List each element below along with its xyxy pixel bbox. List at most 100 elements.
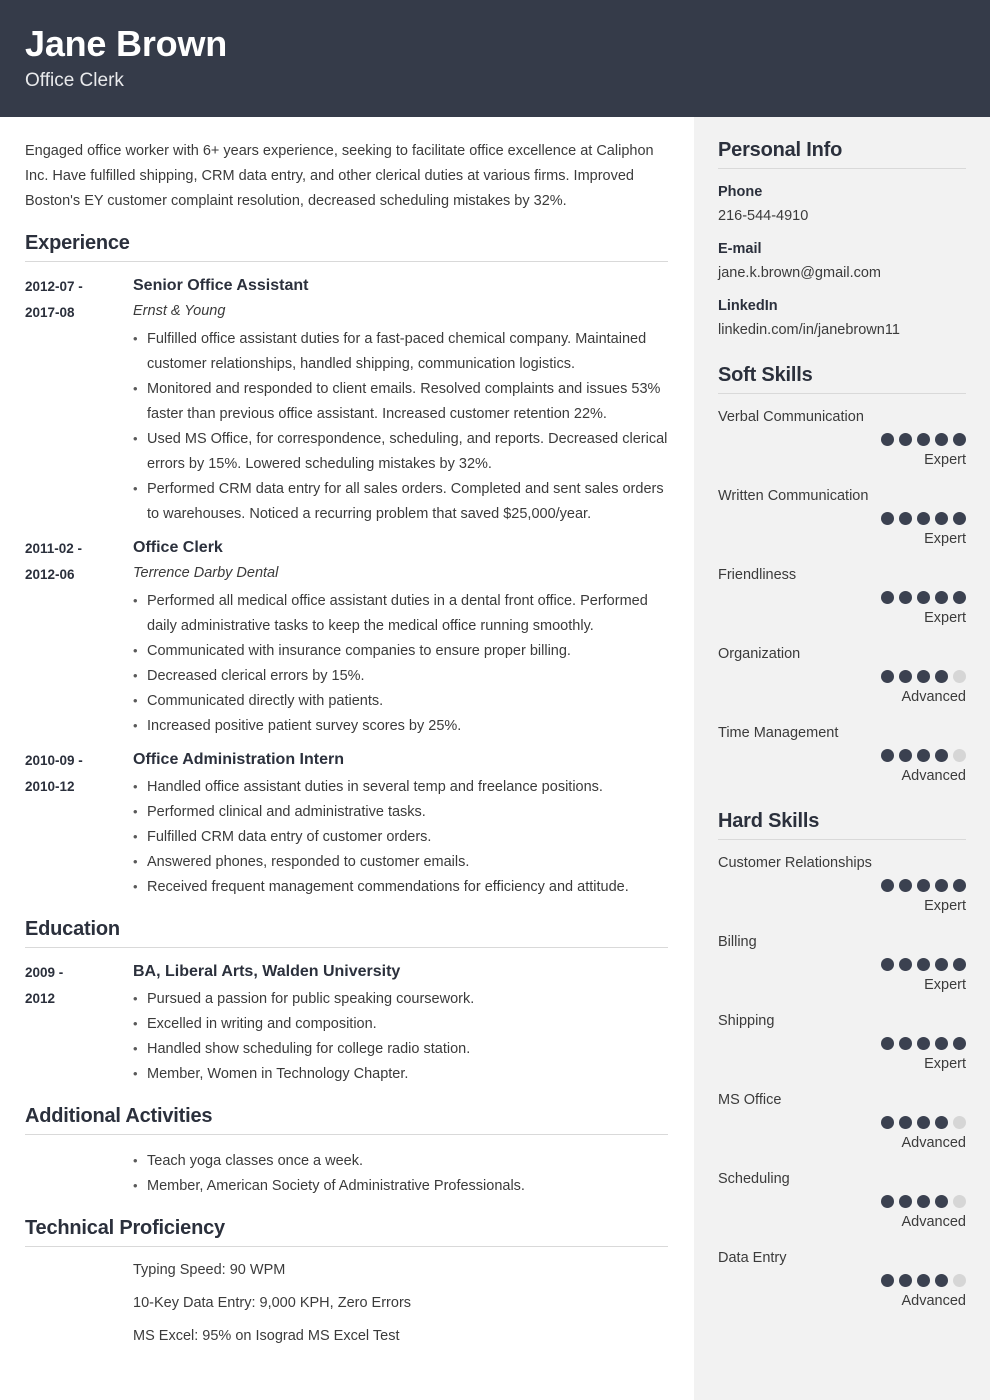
entry-organization: Terrence Darby Dental (133, 565, 279, 581)
sidebar-heading-hard-skills: Hard Skills (718, 810, 820, 832)
skill-level-label: Advanced (901, 1293, 967, 1309)
entry-role: BA, Liberal Arts, Walden University (133, 963, 401, 980)
resume-entry: 2012-07 -2017-08 Senior Office Assistant E… (25, 273, 668, 527)
resume-body: Engaged office worker with 6+ years expe… (0, 117, 990, 1400)
skill-level-label: Advanced (901, 689, 967, 705)
rating-dot-filled (881, 879, 894, 892)
rating-dot-filled (881, 591, 894, 604)
rating-dot-filled (917, 512, 930, 525)
skill-rating-dots (718, 879, 966, 892)
skill-rating-dots (718, 749, 966, 762)
personal-info-value: linkedin.com/in/janebrown11 (718, 322, 900, 338)
rating-dot-filled (935, 1274, 948, 1287)
skill-level-label: Expert (924, 1056, 966, 1072)
sidebar: Personal Info Phone 216-544-4910 E-mail jan… (694, 117, 990, 1400)
rating-dot-filled (899, 749, 912, 762)
bullet-item: Communicated directly with patients. (133, 688, 668, 714)
section-heading-technical-proficiency: Technical Proficiency (25, 1217, 225, 1239)
skill-name: Organization (718, 646, 801, 662)
skill-row: Verbal Communication Expert (718, 405, 966, 472)
rating-dot-filled (917, 1116, 930, 1129)
sidebar-divider (718, 839, 966, 840)
bullet-item: Increased positive patient survey scores… (133, 713, 668, 739)
rating-dot-filled (899, 433, 912, 446)
skill-level-label: Advanced (901, 768, 967, 784)
rating-dot-filled (953, 512, 966, 525)
entry-role: Senior Office Assistant (133, 277, 309, 294)
rating-dot-filled (935, 670, 948, 683)
rating-dot-empty (953, 1116, 966, 1129)
sidebar-divider (718, 168, 966, 169)
entry-role: Office Administration Intern (133, 751, 344, 768)
rating-dot-filled (881, 1116, 894, 1129)
resume-entry: 2009 -2012 BA, Liberal Arts, Walden Unive… (25, 959, 668, 1087)
bullet-item: Used MS Office, for correspondence, sche… (133, 426, 668, 477)
rating-dot-filled (881, 512, 894, 525)
bullet-item: Handled show scheduling for college radi… (133, 1036, 668, 1062)
rating-dot-filled (953, 879, 966, 892)
rating-dot-filled (899, 1116, 912, 1129)
candidate-name: Jane Brown (25, 23, 228, 64)
bullet-item: Pursued a passion for public speaking co… (133, 986, 668, 1012)
skill-row: Written Communication Expert (718, 484, 966, 551)
skill-name: Time Management (718, 725, 839, 741)
entry-dates-empty (25, 1146, 133, 1147)
entry-body: Office Clerk Terrence Darby Dental Perform… (133, 535, 668, 739)
skill-rating-dots (718, 1116, 966, 1129)
bullet-item: Fulfilled CRM data entry of customer ord… (133, 824, 668, 850)
skill-name: MS Office (718, 1092, 782, 1108)
rating-dot-filled (899, 591, 912, 604)
resume-entry: 2011-02 -2012-06 Office Clerk Terrence Dar… (25, 535, 668, 739)
rating-dot-filled (899, 1195, 912, 1208)
entry-body: Teach yoga classes once a week.Member, A… (133, 1146, 668, 1199)
personal-info-label: LinkedIn (718, 298, 778, 314)
technical-entry: Typing Speed: 90 WPM 10-Key Data Entry: 9… (25, 1258, 668, 1357)
technical-item-list: Typing Speed: 90 WPM 10-Key Data Entry: 9… (133, 1258, 668, 1349)
rating-dot-empty (953, 670, 966, 683)
rating-dot-filled (935, 749, 948, 762)
personal-info-label: E-mail (718, 241, 762, 257)
skill-rating-dots (718, 1274, 966, 1287)
rating-dot-filled (917, 879, 930, 892)
skill-name: Customer Relationships (718, 855, 872, 871)
technical-item: Typing Speed: 90 WPM (133, 1262, 286, 1278)
candidate-job-title: Office Clerk (25, 70, 124, 91)
bullet-item: Teach yoga classes once a week. (133, 1148, 668, 1174)
section-divider (25, 1134, 668, 1135)
main-column: Engaged office worker with 6+ years expe… (0, 117, 694, 1400)
rating-dot-filled (881, 670, 894, 683)
entry-bullet-list: Handled office assistant duties in sever… (133, 774, 668, 900)
skill-level-label: Advanced (901, 1135, 967, 1151)
entry-body: Office Administration Intern Handled offi… (133, 747, 668, 900)
bullet-item: Decreased clerical errors by 15%. (133, 663, 668, 689)
skill-level-label: Advanced (901, 1214, 967, 1230)
entry-body: Senior Office Assistant Ernst & Young Fulf… (133, 273, 668, 527)
skill-row: MS Office Advanced (718, 1088, 966, 1155)
skill-name: Verbal Communication (718, 409, 864, 425)
bullet-item: Performed all medical office assistant d… (133, 588, 668, 639)
rating-dot-empty (953, 1195, 966, 1208)
skill-row: Shipping Expert (718, 1009, 966, 1076)
entry-bullet-list: Fulfilled office assistant duties for a … (133, 326, 668, 527)
skill-name: Scheduling (718, 1171, 790, 1187)
rating-dot-filled (899, 958, 912, 971)
skill-level-label: Expert (924, 531, 966, 547)
entry-dates: 2010-09 -2010-12 (25, 753, 83, 794)
bullet-item: Excelled in writing and composition. (133, 1011, 668, 1037)
sidebar-heading-soft-skills: Soft Skills (718, 364, 813, 386)
skill-row: Customer Relationships Expert (718, 851, 966, 918)
skill-rating-dots (718, 1195, 966, 1208)
rating-dot-filled (953, 591, 966, 604)
section-technical-proficiency: Technical Proficiency Typing Speed: 90 W… (25, 1217, 668, 1357)
soft-skills-list: Verbal Communication Expert Written Commun… (718, 405, 966, 788)
skill-level-label: Expert (924, 452, 966, 468)
skill-name: Friendliness (718, 567, 797, 583)
rating-dot-filled (881, 1037, 894, 1050)
rating-dot-filled (881, 958, 894, 971)
skill-row: Billing Expert (718, 930, 966, 997)
personal-info-value: jane.k.brown@gmail.com (718, 265, 882, 281)
bullet-item: Fulfilled office assistant duties for a … (133, 326, 668, 377)
rating-dot-filled (935, 1037, 948, 1050)
entry-organization: Ernst & Young (133, 303, 226, 319)
skill-name: Data Entry (718, 1250, 787, 1266)
